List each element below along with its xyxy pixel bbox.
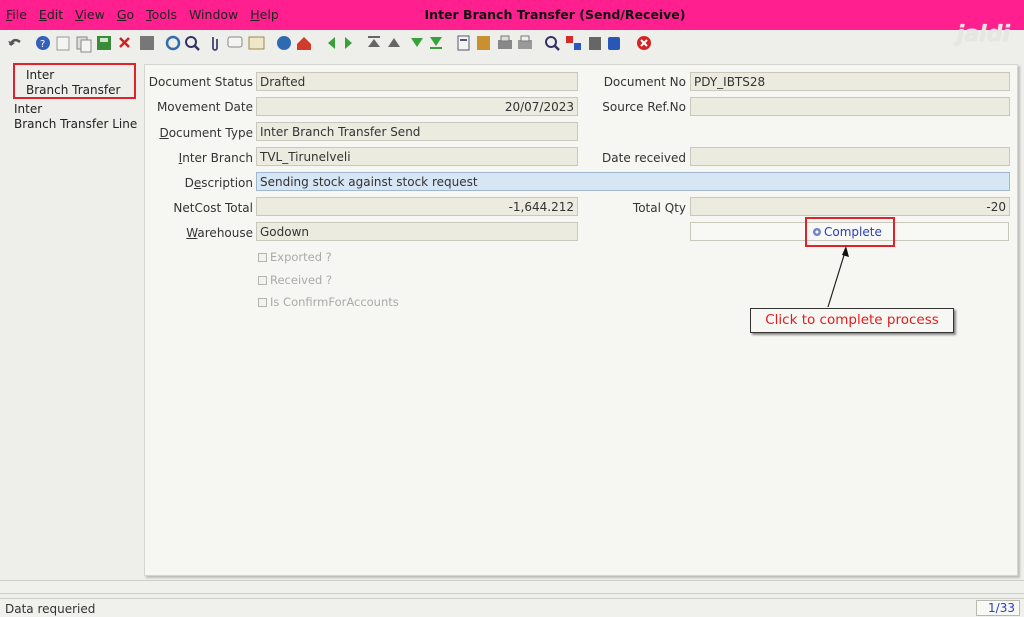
zoom-across-icon[interactable]	[545, 36, 560, 51]
copy-record-icon[interactable]	[76, 36, 92, 53]
close-window-icon[interactable]	[637, 36, 651, 50]
annotation-callout: Click to complete process	[750, 308, 954, 333]
home-icon[interactable]	[277, 36, 291, 50]
source-ref-label: Source Ref.No	[602, 100, 686, 114]
request-icon[interactable]	[589, 37, 601, 50]
chat-icon[interactable]	[227, 36, 243, 48]
archive-icon[interactable]	[477, 36, 490, 50]
record-counter[interactable]: 1/33	[976, 600, 1020, 616]
delete-icon[interactable]	[119, 37, 130, 48]
refresh-icon[interactable]	[165, 35, 181, 51]
confirm-accounts-checkbox[interactable]: Is ConfirmForAccounts	[258, 295, 399, 309]
previous-record-icon[interactable]	[388, 38, 400, 47]
document-status-label: Document Status	[148, 75, 253, 89]
find-icon[interactable]	[185, 36, 200, 51]
save-icon[interactable]	[97, 36, 111, 50]
tree-item-inter-branch-transfer-line[interactable]: Inter Branch Transfer Line	[14, 102, 137, 132]
received-checkbox[interactable]: Received ?	[258, 273, 332, 287]
exported-checkbox-box	[258, 253, 267, 262]
next-record-icon[interactable]	[411, 38, 423, 47]
next-icon[interactable]	[345, 37, 352, 49]
document-no-label: Document No	[603, 75, 686, 89]
netcost-total-label: NetCost Total	[173, 201, 253, 215]
document-type-label: Document Type	[159, 126, 253, 140]
help-icon[interactable]: ?	[36, 36, 50, 50]
highlight-box-complete	[805, 217, 895, 247]
total-qty-field[interactable]: -20	[690, 197, 1010, 216]
date-received-field[interactable]	[690, 147, 1010, 166]
undo-icon[interactable]	[8, 38, 21, 46]
grid-toggle-icon[interactable]	[140, 36, 154, 50]
confirm-accounts-checkbox-box	[258, 298, 267, 307]
horizontal-scrollbar[interactable]	[0, 580, 1024, 594]
exported-checkbox[interactable]: Exported ?	[258, 250, 332, 264]
netcost-total-field[interactable]: -1,644.212	[256, 197, 578, 216]
inter-branch-field[interactable]: TVL_Tirunelveli	[256, 147, 578, 166]
highlight-box-tree-item	[13, 63, 136, 99]
svg-text:?: ?	[40, 39, 45, 50]
warehouse-label: Warehouse	[186, 226, 253, 240]
first-record-icon[interactable]	[368, 36, 380, 47]
movement-date-label: Movement Date	[156, 100, 253, 114]
document-no-field[interactable]: PDY_IBTS28	[690, 72, 1010, 91]
received-checkbox-box	[258, 276, 267, 285]
print-icon[interactable]	[518, 35, 532, 49]
date-received-label: Date received	[602, 151, 686, 165]
status-bar: Data requeried 1/33	[0, 598, 1024, 617]
inter-branch-label: Inter Branch	[178, 151, 253, 165]
movement-date-field[interactable]: 20/07/2023	[256, 97, 578, 116]
status-message: Data requeried	[5, 602, 96, 616]
brand-logo: jaldi	[956, 22, 1010, 47]
description-label: Description	[184, 176, 253, 190]
product-info-icon[interactable]	[608, 37, 620, 50]
print-preview-icon[interactable]	[498, 35, 512, 49]
workflow-icon[interactable]	[566, 36, 581, 50]
total-qty-label: Total Qty	[632, 201, 686, 215]
toolbar-icons: ?	[8, 35, 651, 53]
previous-icon[interactable]	[328, 37, 335, 49]
new-record-icon[interactable]	[56, 36, 70, 51]
description-field[interactable]: Sending stock against stock request	[256, 172, 1010, 191]
source-ref-field[interactable]	[690, 97, 1010, 116]
parent-icon[interactable]	[297, 37, 311, 50]
report-icon[interactable]	[457, 35, 470, 51]
last-record-icon[interactable]	[430, 37, 442, 49]
document-status-field[interactable]: Drafted	[256, 72, 578, 91]
attachment-icon[interactable]	[212, 37, 218, 51]
warehouse-field[interactable]: Godown	[256, 222, 578, 241]
document-type-field[interactable]: Inter Branch Transfer Send	[256, 122, 578, 141]
history-icon[interactable]	[248, 36, 265, 50]
